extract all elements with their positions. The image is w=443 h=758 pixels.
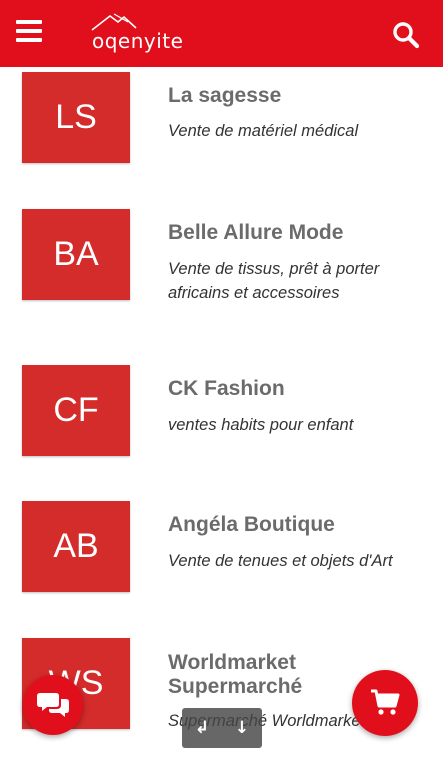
chat-button[interactable] xyxy=(23,675,83,735)
top-app-bar: oqenyite xyxy=(0,0,443,67)
site-logo[interactable]: oqenyite xyxy=(88,10,183,56)
scroll-control[interactable]: ↲ ↓ xyxy=(182,708,262,748)
shop-description: ventes habits pour enfant xyxy=(168,416,354,434)
shop-initials-tile[interactable]: AB xyxy=(22,501,130,592)
shop-description: Vente de tenues et objets d'Art xyxy=(168,552,393,570)
shop-name[interactable]: Belle Allure Mode xyxy=(168,221,418,245)
cart-button[interactable] xyxy=(352,670,418,736)
shop-description: Vente de tissus, prêt à porter africains… xyxy=(168,260,380,302)
shop-initials-tile[interactable]: BA xyxy=(22,209,130,300)
search-icon[interactable] xyxy=(392,21,420,49)
shop-initials-tile[interactable]: CF xyxy=(22,365,130,456)
arrow-down-icon[interactable]: ↓ xyxy=(235,718,249,738)
hamburger-menu-icon[interactable] xyxy=(16,20,42,42)
shop-name[interactable]: La sagesse xyxy=(168,84,418,108)
logo-text: oqenyite xyxy=(92,29,184,53)
shopping-cart-icon xyxy=(371,689,400,715)
shop-description: Vente de matériel médical xyxy=(168,122,359,140)
shop-name[interactable]: Angéla Boutique xyxy=(168,513,418,537)
chat-bubbles-icon xyxy=(37,693,69,717)
shop-name[interactable]: CK Fashion xyxy=(168,377,418,401)
shop-initials-tile[interactable]: LS xyxy=(22,72,130,163)
arrow-down-left-icon[interactable]: ↲ xyxy=(195,718,209,738)
